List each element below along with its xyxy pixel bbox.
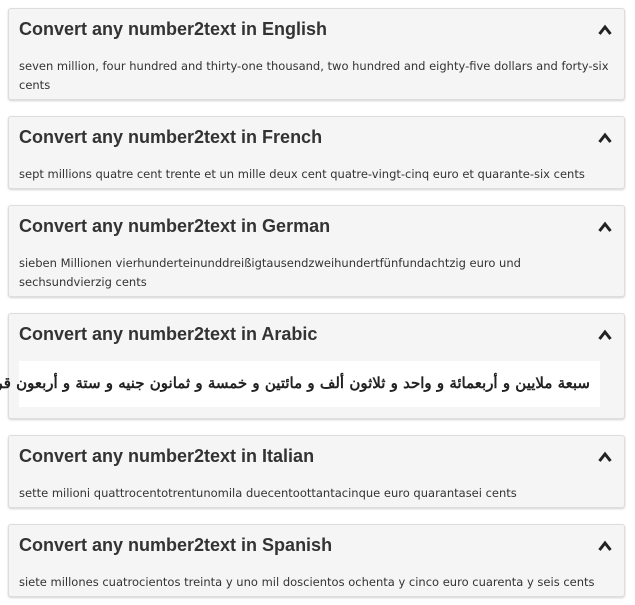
panel-header-english[interactable]: Convert any number2text in English <box>19 18 614 42</box>
panel-french: Convert any number2text in French sept m… <box>8 116 625 189</box>
panel-title: Convert any number2text in English <box>19 19 328 39</box>
arabic-result-box: سبعة ملايين و أربعمائة و واحد و ثلاثون أ… <box>0 361 600 407</box>
panel-text: sette milioni quattrocentotrentunomila d… <box>19 486 517 500</box>
panel-title: Convert any number2text in German <box>19 216 331 236</box>
panel-title: Convert any number2text in Italian <box>19 446 315 466</box>
panel-header-italian[interactable]: Convert any number2text in Italian <box>19 445 614 469</box>
panel-header-arabic[interactable]: Convert any number2text in Arabic <box>19 323 614 347</box>
chevron-up-icon[interactable] <box>598 24 612 36</box>
chevron-up-icon[interactable] <box>598 540 612 552</box>
panel-italian: Convert any number2text in Italian sette… <box>8 435 625 508</box>
panel-title: Convert any number2text in Arabic <box>19 324 318 344</box>
chevron-up-icon[interactable] <box>598 221 612 233</box>
panel-text: seven million, four hundred and thirty-o… <box>19 59 609 92</box>
chevron-up-icon[interactable] <box>598 132 612 144</box>
panel-header-german[interactable]: Convert any number2text in German <box>19 215 614 239</box>
panel-header-french[interactable]: Convert any number2text in French <box>19 126 614 150</box>
panel-text: sept millions quatre cent trente et un m… <box>19 167 585 181</box>
panel-arabic: Convert any number2text in Arabic سبعة م… <box>0 313 625 419</box>
panel-title: Convert any number2text in French <box>19 127 323 147</box>
panel-text: siete millones cuatrocientos treinta y u… <box>19 575 595 589</box>
panel-english: Convert any number2text in English seven… <box>8 8 625 100</box>
chevron-up-icon[interactable] <box>598 451 612 463</box>
panel-title: Convert any number2text in Spanish <box>19 535 333 555</box>
panel-header-spanish[interactable]: Convert any number2text in Spanish <box>19 534 614 558</box>
chevron-up-icon[interactable] <box>598 329 612 341</box>
panel-spanish: Convert any number2text in Spanish siete… <box>8 524 625 597</box>
panel-text: سبعة ملايين و أربعمائة و واحد و ثلاثون أ… <box>0 374 590 392</box>
panel-german: Convert any number2text in German sieben… <box>8 205 625 297</box>
panel-text: sieben Millionen vierhunderteinunddreißi… <box>19 256 521 289</box>
